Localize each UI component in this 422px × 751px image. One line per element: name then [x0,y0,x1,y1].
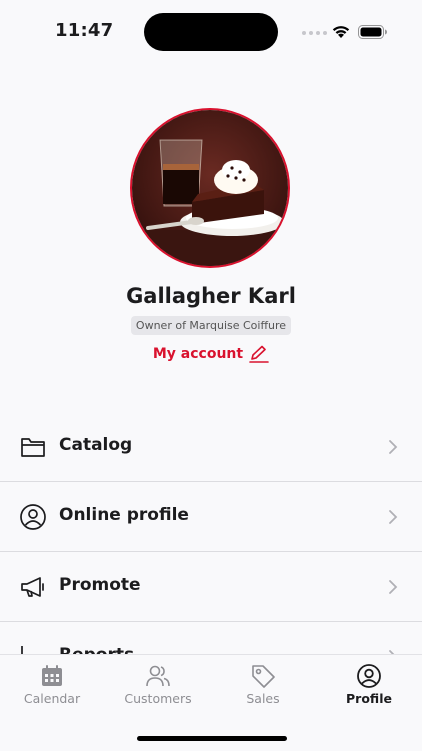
megaphone-icon [21,577,44,597]
tab-label: Profile [346,691,392,706]
chevron-right-icon [389,510,398,524]
user-circle-icon [357,664,381,688]
menu-item-label: Promote [59,575,141,595]
calendar-icon [42,665,62,686]
tab-label: Calendar [23,691,81,706]
tab-label: Customers [124,691,192,706]
chevron-right-icon [389,440,398,454]
tag-icon [252,665,275,688]
chevron-right-icon [389,580,398,594]
tab-label: Sales [246,691,280,706]
tab-calendar[interactable]: Calendar [7,663,97,706]
folder-icon [21,438,45,457]
tab-profile[interactable]: Profile [324,663,414,706]
menu-item-label: Catalog [59,435,133,455]
signal-icon [302,31,327,35]
dynamic-island [144,13,278,51]
owner-badge: Owner of Marquise Coiffure [130,316,292,335]
my-account-link[interactable]: My account [0,345,422,363]
profile-name: Gallagher Karl [126,284,296,308]
menu-item-catalog[interactable]: Catalog [0,412,422,482]
tab-sales[interactable]: Sales [218,663,308,706]
battery-icon [358,25,387,39]
status-bar: 11:47 [0,0,422,60]
avatar-image [132,110,288,266]
edit-pencil-icon [249,345,269,363]
menu-item-online-profile[interactable]: Online profile [0,482,422,552]
wifi-icon [332,26,350,38]
status-time: 11:47 [55,20,114,41]
tab-customers[interactable]: Customers [113,663,203,706]
avatar[interactable] [130,108,290,268]
user-circle-icon [20,504,46,530]
menu-item-label: Online profile [59,505,189,525]
menu-item-promote[interactable]: Promote [0,552,422,622]
my-account-label: My account [152,346,244,362]
home-indicator [137,736,287,741]
users-icon [146,665,170,687]
